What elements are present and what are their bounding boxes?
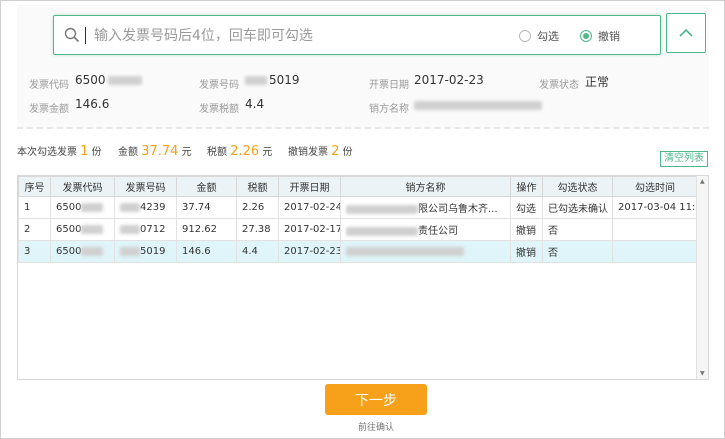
search-box[interactable]: 勾选 撤销	[53, 15, 661, 55]
radio-select-label: 勾选	[537, 30, 559, 43]
summary-cancel: 撤销发票 2 份	[288, 144, 353, 159]
invoice-table: 序号 发票代码 发票号码 金额 税额 开票日期 销方名称 操作 勾选状态 勾选时…	[17, 175, 709, 380]
summary-count: 本次勾选发票 1 份	[17, 144, 102, 159]
cell-seller	[340, 240, 511, 263]
cell-action: 撤销	[510, 240, 543, 263]
scroll-down-icon[interactable]: ▼	[700, 370, 705, 377]
column-header[interactable]: 勾选时间	[612, 176, 698, 197]
cell-index: 3	[18, 240, 51, 263]
table-header-row: 序号 发票代码 发票号码 金额 税额 开票日期 销方名称 操作 勾选状态 勾选时…	[18, 176, 698, 197]
next-step-button[interactable]: 下一步	[325, 384, 427, 415]
column-header[interactable]: 发票号码	[114, 176, 177, 197]
invoice-status-value: 正常	[585, 75, 610, 89]
column-header[interactable]: 发票代码	[50, 176, 115, 197]
column-header[interactable]: 销方名称	[340, 176, 511, 197]
cell-number: 5019	[114, 240, 177, 263]
cell-number: 0712	[114, 218, 177, 241]
invoice-status-label: 发票状态	[539, 80, 579, 91]
column-header[interactable]: 税额	[236, 176, 279, 197]
cell-code: 6500	[50, 196, 115, 219]
cancel-value: 2	[331, 144, 340, 159]
radio-select-option[interactable]: 勾选	[519, 28, 559, 44]
table-row[interactable]: 2 6500 0712 912.62 27.38 2017-02-17 责任公司…	[18, 218, 698, 241]
cell-tax: 2.26	[236, 196, 279, 219]
summary-amount: 金额 37.74 元	[118, 144, 192, 159]
cell-time: 2017-03-04 11:26:34	[612, 196, 698, 219]
column-header[interactable]: 序号	[18, 176, 51, 197]
invoice-amount-value: 146.6	[75, 97, 110, 111]
invoice-number-label: 发票号码	[199, 80, 239, 91]
invoice-date-value: 2017-02-23	[414, 73, 484, 87]
count-value: 1	[80, 144, 89, 159]
text-caret	[85, 27, 86, 44]
vertical-scrollbar[interactable]: ▲ ▼	[696, 176, 708, 379]
cell-amount: 146.6	[176, 240, 237, 263]
cell-status: 已勾选未确认	[542, 196, 613, 219]
radio-cancel[interactable]	[580, 30, 592, 42]
table-row-selected[interactable]: 3 6500 5019 146.6 4.4 2017-02-23 撤销 否	[18, 240, 698, 263]
radio-select[interactable]	[519, 30, 531, 42]
invoice-number-value: 5019	[245, 73, 300, 87]
search-input[interactable]	[94, 24, 474, 48]
cell-seller: 限公司乌鲁木齐...	[340, 196, 511, 219]
cell-amount: 37.74	[176, 196, 237, 219]
invoice-tax-label: 发票税额	[199, 104, 239, 115]
column-header[interactable]: 勾选状态	[542, 176, 613, 197]
invoice-code-value: 6500	[75, 73, 142, 87]
cell-number: 4239	[114, 196, 177, 219]
cell-amount: 912.62	[176, 218, 237, 241]
cell-tax: 4.4	[236, 240, 279, 263]
cell-code: 6500	[50, 218, 115, 241]
cell-code: 6500	[50, 240, 115, 263]
radio-cancel-label: 撤销	[598, 30, 620, 43]
seller-name-label: 销方名称	[369, 104, 409, 115]
cell-time	[612, 240, 698, 263]
cell-tax: 27.38	[236, 218, 279, 241]
summary-tax: 税额 2.26 元	[207, 144, 273, 159]
cell-status: 否	[542, 218, 613, 241]
cell-action: 勾选	[510, 196, 543, 219]
app-window: 勾选 撤销 发票代码 6500 发票号码 5019 开票日期 2017-02-2…	[0, 0, 725, 439]
scroll-up-icon[interactable]: ▲	[700, 178, 705, 185]
cell-time	[612, 218, 698, 241]
cell-date: 2017-02-23	[278, 240, 341, 263]
invoice-tax-value: 4.4	[245, 97, 265, 111]
invoice-code-label: 发票代码	[29, 80, 69, 91]
cell-action: 撤销	[510, 218, 543, 241]
seller-name-value	[414, 98, 542, 112]
cell-date: 2017-02-24	[278, 196, 341, 219]
search-icon	[64, 27, 80, 43]
table-row[interactable]: 1 6500 4239 37.74 2.26 2017-02-24 限公司乌鲁木…	[18, 196, 698, 219]
cell-index: 2	[18, 218, 51, 241]
cell-index: 1	[18, 196, 51, 219]
search-panel: 勾选 撤销 发票代码 6500 发票号码 5019 开票日期 2017-02-2…	[17, 5, 709, 129]
cell-date: 2017-02-17	[278, 218, 341, 241]
invoice-amount-label: 发票金额	[29, 104, 69, 115]
column-header[interactable]: 操作	[510, 176, 543, 197]
collapse-button[interactable]	[666, 13, 706, 53]
clear-list-button[interactable]: 清空列表	[660, 151, 708, 167]
cell-seller: 责任公司	[340, 218, 511, 241]
tax-value: 2.26	[230, 144, 260, 159]
chevron-up-icon	[679, 28, 693, 37]
cell-status: 否	[542, 240, 613, 263]
amount-value: 37.74	[141, 144, 179, 159]
radio-cancel-option[interactable]: 撤销	[580, 28, 620, 44]
invoice-date-label: 开票日期	[369, 80, 409, 91]
column-header[interactable]: 金额	[176, 176, 237, 197]
next-step-hint: 前往确认	[357, 423, 394, 433]
column-header[interactable]: 开票日期	[278, 176, 341, 197]
